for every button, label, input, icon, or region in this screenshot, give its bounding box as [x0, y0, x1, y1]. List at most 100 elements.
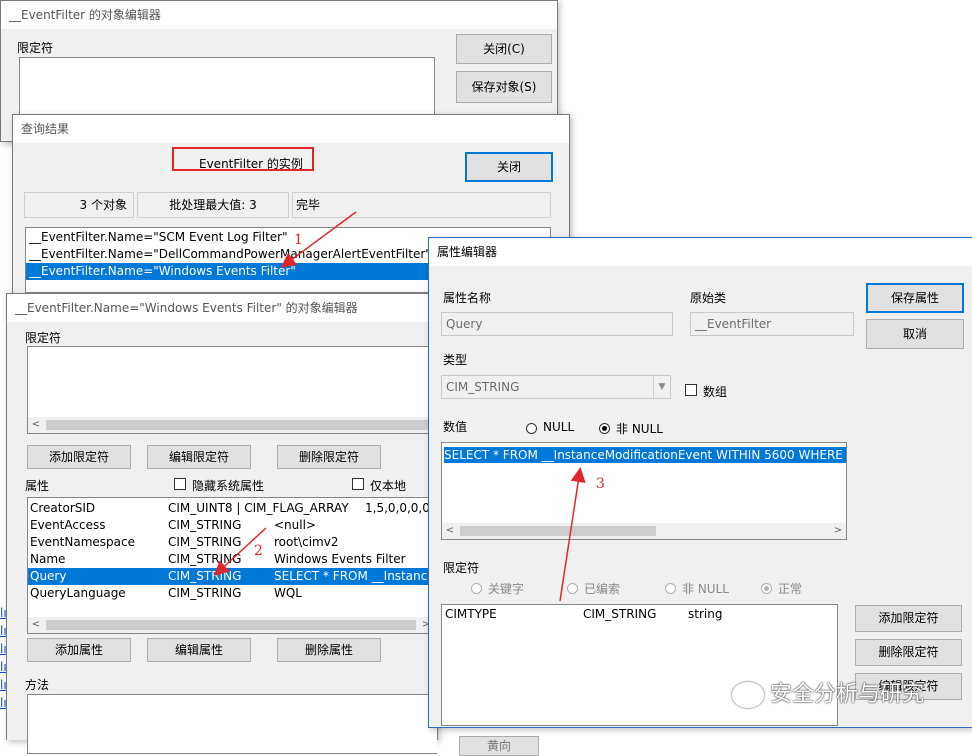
value-text: SELECT * FROM __InstanceModificationEven…	[444, 448, 847, 462]
not-null-radio-label: 非 NULL	[616, 422, 663, 436]
object-count-text: 3 个对象	[79, 198, 127, 212]
flag-normal-radio[interactable]	[761, 583, 772, 594]
scroll-left-icon[interactable]: <	[28, 617, 44, 633]
flag-indexed-radio[interactable]	[567, 583, 578, 594]
property-name-field: Query	[441, 312, 673, 336]
qualifiers-list[interactable]: <	[27, 346, 437, 434]
prop-name: Name	[30, 552, 66, 566]
list-item-label: __EventFilter.Name="SCM Event Log Filter…	[29, 230, 288, 244]
table-row[interactable]: CIMTYPE CIM_STRING string	[442, 606, 837, 623]
window-title: __EventFilter 的对象编辑器	[1, 1, 557, 29]
horizontal-scrollbar[interactable]: <	[28, 417, 437, 433]
value-textbox[interactable]: SELECT * FROM __InstanceModificationEven…	[441, 442, 847, 540]
hide-system-props-label: 隐藏系统属性	[192, 479, 265, 493]
prop-type: CIM_STRING	[168, 569, 242, 583]
list-item-label: __EventFilter.Name="Windows Events Filte…	[29, 264, 296, 278]
prop-name: CreatorSID	[30, 501, 96, 515]
prop-value: SELECT * FROM __Instance	[274, 569, 435, 583]
value-label: 数值	[443, 420, 468, 434]
scrollbar-thumb[interactable]	[46, 420, 432, 430]
scrollbar-thumb[interactable]	[460, 526, 656, 536]
query-status: 完毕	[292, 192, 551, 218]
add-qualifier-button[interactable]: 添加限定符	[27, 445, 131, 469]
add-qualifier-button[interactable]: 添加限定符	[855, 605, 962, 632]
table-row[interactable]: CreatorSID CIM_UINT8 | CIM_FLAG_ARRAY 1,5,…	[28, 500, 437, 517]
annotation-label-1: 1	[294, 232, 303, 248]
flag-key-radio[interactable]	[471, 583, 482, 594]
save-property-button[interactable]: 保存属性	[866, 283, 964, 313]
object-count: 3 个对象	[24, 192, 134, 218]
prop-value: Windows Events Filter	[274, 552, 406, 566]
scrollbar-thumb[interactable]	[46, 620, 416, 630]
properties-list[interactable]: CreatorSID CIM_UINT8 | CIM_FLAG_ARRAY 1,5,…	[27, 497, 437, 634]
scroll-right-icon[interactable]: >	[830, 523, 846, 539]
delete-property-button[interactable]: 删除属性	[277, 638, 381, 662]
prop-value: root\cimv2	[274, 535, 339, 549]
qualifier-type: CIM_STRING	[583, 607, 657, 621]
table-row[interactable]: EventAccess CIM_STRING <null>	[28, 517, 437, 534]
close-button[interactable]: 关闭(C)	[456, 34, 552, 64]
close-button[interactable]: 关闭	[465, 152, 553, 182]
horizontal-scrollbar[interactable]: < >	[28, 617, 437, 633]
scroll-left-icon[interactable]: <	[442, 523, 458, 539]
scroll-left-icon[interactable]: <	[28, 417, 44, 433]
property-editor-window: 属性编辑器 属性名称 Query 原始类 __EventFilter 保存属性 …	[428, 237, 972, 728]
prop-name: Query	[30, 569, 67, 583]
hide-system-props-checkbox[interactable]	[174, 478, 186, 490]
flag-key-label: 关键字	[488, 582, 525, 596]
type-value: CIM_STRING	[446, 380, 520, 394]
origin-class-label: 原始类	[690, 291, 727, 305]
array-checkbox[interactable]	[685, 384, 697, 396]
type-label: 类型	[443, 353, 468, 367]
table-row[interactable]: EventNamespace CIM_STRING root\cimv2	[28, 534, 437, 551]
delete-qualifier-button[interactable]: 删除限定符	[855, 639, 962, 666]
window-title: 属性编辑器	[429, 238, 972, 266]
not-null-radio[interactable]	[599, 423, 610, 434]
property-name-label: 属性名称	[443, 291, 492, 305]
edit-property-button[interactable]: 编辑属性	[147, 638, 251, 662]
batch-max-text: 批处理最大值: 3	[169, 198, 257, 212]
add-property-button[interactable]: 添加属性	[27, 638, 131, 662]
prop-value: <null>	[274, 518, 316, 532]
flag-indexed-label: 已编索	[584, 582, 621, 596]
properties-label: 属性	[25, 479, 50, 493]
flag-not-null-label: 非 NULL	[682, 582, 729, 596]
prop-type: CIM_STRING	[168, 552, 242, 566]
prop-name: QueryLanguage	[30, 586, 126, 600]
partial-bottom-button[interactable]: 黄向	[459, 736, 539, 756]
query-status-text: 完毕	[296, 198, 321, 212]
table-row-selected[interactable]: Query CIM_STRING SELECT * FROM __Instance	[28, 568, 437, 585]
value-text-selected[interactable]: SELECT * FROM __InstanceModificationEven…	[444, 447, 847, 463]
qualifier-value: string	[688, 607, 723, 621]
flag-not-null-radio[interactable]	[665, 583, 676, 594]
qualifier-name: CIMTYPE	[445, 607, 497, 621]
qualifiers-label: 限定符	[25, 331, 62, 345]
cancel-button[interactable]: 取消	[866, 319, 964, 349]
local-only-checkbox[interactable]	[352, 478, 364, 490]
edit-qualifier-button[interactable]: 编辑限定符	[147, 445, 251, 469]
type-select[interactable]: CIM_STRING ▼	[441, 375, 671, 399]
table-row[interactable]: Name CIM_STRING Windows Events Filter	[28, 551, 437, 568]
origin-class-field: __EventFilter	[690, 312, 854, 336]
null-radio[interactable]	[526, 423, 537, 434]
null-radio-label: NULL	[543, 420, 575, 434]
qualifiers-label: 限定符	[17, 41, 54, 55]
prop-type: CIM_STRING	[168, 518, 242, 532]
horizontal-scrollbar[interactable]: < >	[442, 523, 846, 539]
chevron-down-icon[interactable]: ▼	[653, 376, 670, 398]
prop-value: 1,5,0,0,0,0,(	[365, 501, 437, 515]
partial-bottom-button-label: 黄向	[486, 739, 511, 753]
save-object-button[interactable]: 保存对象(S)	[456, 71, 552, 103]
array-label: 数组	[703, 385, 728, 399]
delete-qualifier-button[interactable]: 删除限定符	[277, 445, 381, 469]
methods-list[interactable]	[27, 694, 437, 754]
prop-type: CIM_UINT8 | CIM_FLAG_ARRAY	[168, 501, 349, 515]
flag-normal-label: 正常	[778, 582, 803, 596]
prop-name: EventNamespace	[30, 535, 135, 549]
watermark: 安全分析与研究	[732, 680, 924, 710]
window-title: __EventFilter.Name="Windows Events Filte…	[7, 294, 437, 322]
table-row[interactable]: QueryLanguage CIM_STRING WQL	[28, 585, 437, 602]
prop-name: EventAccess	[30, 518, 106, 532]
batch-max: 批处理最大值: 3	[137, 192, 289, 218]
qualifiers-label: 限定符	[443, 561, 480, 575]
